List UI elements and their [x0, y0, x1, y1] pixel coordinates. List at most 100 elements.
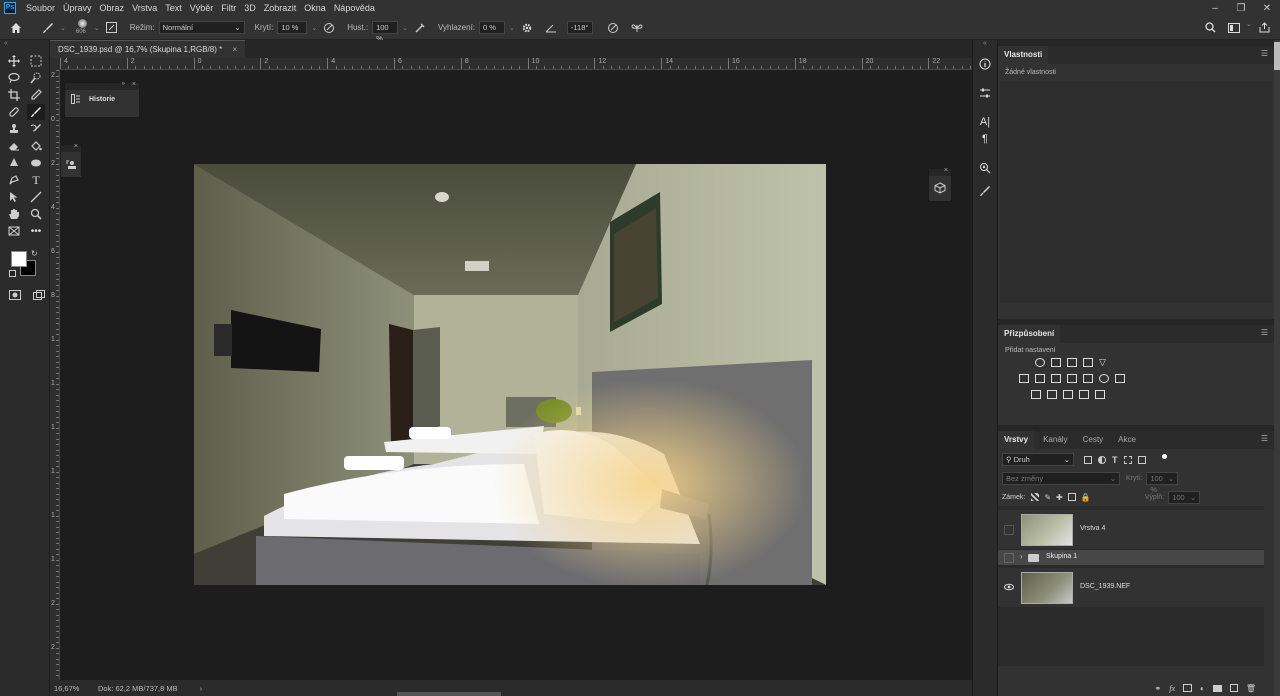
- restore-icon[interactable]: ❐: [1228, 3, 1254, 14]
- eraser-tool-icon[interactable]: [5, 138, 23, 154]
- selective-color-icon[interactable]: [1095, 390, 1105, 399]
- frame-tool-icon[interactable]: [5, 223, 23, 239]
- new-group-icon[interactable]: [1212, 684, 1222, 692]
- chevron-down-icon[interactable]: ⌄: [509, 24, 515, 32]
- hand-tool-icon[interactable]: [5, 206, 23, 222]
- share-icon[interactable]: [1256, 20, 1272, 36]
- right-scrollbar[interactable]: [1274, 40, 1280, 696]
- menu-zobrazit[interactable]: Zobrazit: [260, 3, 301, 13]
- lock-artboard-icon[interactable]: [1067, 493, 1076, 501]
- brightness-contrast-icon[interactable]: [1035, 358, 1045, 367]
- layer-name[interactable]: DSC_1939.NEF: [1080, 583, 1130, 590]
- zoom-level[interactable]: 16,67%: [54, 684, 98, 693]
- black-white-icon[interactable]: [1067, 374, 1077, 383]
- zoom-tool-icon[interactable]: [27, 206, 45, 222]
- filter-adjustment-icon[interactable]: [1098, 455, 1106, 464]
- pressure-opacity-icon[interactable]: [321, 20, 337, 36]
- add-mask-icon[interactable]: [1183, 684, 1192, 692]
- foreground-color-swatch[interactable]: [11, 251, 27, 267]
- visibility-toggle-icon[interactable]: [1004, 525, 1014, 535]
- menu-vyber[interactable]: Výběr: [186, 3, 218, 13]
- collapse-icon[interactable]: »: [122, 81, 125, 87]
- default-colors-icon[interactable]: [9, 270, 16, 277]
- minimize-icon[interactable]: –: [1202, 3, 1228, 14]
- tab-layers[interactable]: Vrstvy: [998, 431, 1035, 449]
- curves-icon[interactable]: [1067, 358, 1077, 367]
- crop-tool-icon[interactable]: [5, 87, 23, 103]
- vibrance-icon[interactable]: [1019, 374, 1029, 383]
- tab-adjustments[interactable]: Přizpůsobení: [998, 325, 1061, 343]
- 3d-cube-icon[interactable]: [929, 176, 951, 200]
- adjustments-sliders-icon[interactable]: [979, 87, 991, 99]
- lock-image-icon[interactable]: ✎: [1044, 493, 1051, 502]
- filter-type-icon[interactable]: T: [1112, 455, 1118, 465]
- filter-pixel-icon[interactable]: [1084, 455, 1092, 464]
- opacity-input[interactable]: 10 %: [277, 21, 308, 34]
- gradient-triangle-icon[interactable]: ▽: [1099, 358, 1106, 367]
- menu-text[interactable]: Text: [161, 3, 186, 13]
- workspace-icon[interactable]: [1226, 20, 1242, 36]
- menu-okna[interactable]: Okna: [300, 3, 330, 13]
- info-icon[interactable]: [979, 58, 991, 70]
- more-tools-icon[interactable]: •••: [27, 223, 45, 239]
- menu-soubor[interactable]: Soubor: [22, 3, 59, 13]
- menu-vrstva[interactable]: Vrstva: [128, 3, 161, 13]
- layer-row[interactable]: Vrstva 4: [998, 510, 1264, 550]
- brush-panel-icon[interactable]: [104, 20, 120, 36]
- close-icon[interactable]: ×: [74, 143, 78, 150]
- blend-mode-select[interactable]: Bez změny ⌄: [1002, 472, 1120, 485]
- move-tool-icon[interactable]: [5, 53, 23, 69]
- filter-smart-object-icon[interactable]: [1137, 455, 1146, 464]
- menu-filtr[interactable]: Filtr: [217, 3, 240, 13]
- filter-toggle-icon[interactable]: [1161, 454, 1167, 459]
- document-tab[interactable]: DSC_1939.psd @ 16,7% (Skupina 1,RGB/8) *…: [50, 40, 246, 58]
- lock-transparent-icon[interactable]: [1031, 493, 1040, 501]
- collapse-icon[interactable]: «: [0, 40, 49, 49]
- screen-mode-icon[interactable]: [30, 287, 48, 303]
- threshold-icon[interactable]: [1063, 390, 1073, 399]
- menu-napoveda[interactable]: Nápověda: [330, 3, 379, 13]
- libraries-icon[interactable]: [979, 162, 991, 174]
- tab-channels[interactable]: Kanály: [1037, 431, 1073, 449]
- horizontal-scrollbar-thumb[interactable]: [397, 692, 501, 696]
- flow-input[interactable]: 100 %: [372, 21, 399, 43]
- panel-menu-icon[interactable]: ☰: [1261, 49, 1268, 58]
- invert-icon[interactable]: [1031, 390, 1041, 399]
- marquee-tool-icon[interactable]: [27, 53, 45, 69]
- angle-input[interactable]: -118°: [566, 21, 593, 34]
- link-layers-icon[interactable]: ⚭: [1155, 684, 1162, 693]
- channel-mixer-icon[interactable]: [1099, 374, 1109, 383]
- eyedropper-tool-icon[interactable]: [27, 87, 45, 103]
- color-lookup-icon[interactable]: [1115, 374, 1125, 383]
- quick-selection-tool-icon[interactable]: [27, 70, 45, 86]
- paragraph-icon[interactable]: ¶: [982, 133, 988, 145]
- clone-source-icon[interactable]: [61, 152, 81, 178]
- history-brush-tool-icon[interactable]: [27, 121, 45, 137]
- brush-preset-picker[interactable]: 606: [72, 18, 94, 38]
- layer-opacity-input[interactable]: 100 % ⌄: [1146, 472, 1179, 494]
- new-layer-icon[interactable]: [1229, 684, 1238, 692]
- panel-menu-icon[interactable]: ☰: [1261, 434, 1268, 443]
- delete-layer-icon[interactable]: 🗑: [1246, 684, 1256, 693]
- pen-tool-icon[interactable]: [5, 172, 23, 188]
- panel-menu-icon[interactable]: ☰: [1261, 328, 1268, 337]
- posterize-icon[interactable]: [1047, 390, 1057, 399]
- character-icon[interactable]: A|: [980, 116, 990, 128]
- chevron-down-icon[interactable]: ⌄: [94, 24, 100, 32]
- exposure-icon[interactable]: [1083, 358, 1093, 367]
- menu-upravy[interactable]: Úpravy: [59, 3, 96, 13]
- fx-icon[interactable]: fx: [1169, 684, 1175, 693]
- close-icon[interactable]: ×: [132, 81, 136, 88]
- smoothing-settings-gear-icon[interactable]: [519, 20, 535, 36]
- status-menu-arrow[interactable]: ›: [200, 684, 203, 693]
- blur-tool-icon[interactable]: [5, 155, 23, 171]
- layer-name[interactable]: Vrstva 4: [1080, 525, 1105, 532]
- brush-tool-icon[interactable]: [40, 20, 56, 36]
- healing-brush-tool-icon[interactable]: [5, 104, 23, 120]
- symmetry-butterfly-icon[interactable]: [629, 20, 645, 36]
- close-tab-icon[interactable]: ×: [232, 45, 237, 54]
- brush-tool-icon[interactable]: [27, 104, 45, 120]
- smoothing-input[interactable]: 0 %: [479, 21, 506, 34]
- paint-bucket-tool-icon[interactable]: [27, 138, 45, 154]
- layer-group-row[interactable]: › Skupina 1: [998, 550, 1264, 566]
